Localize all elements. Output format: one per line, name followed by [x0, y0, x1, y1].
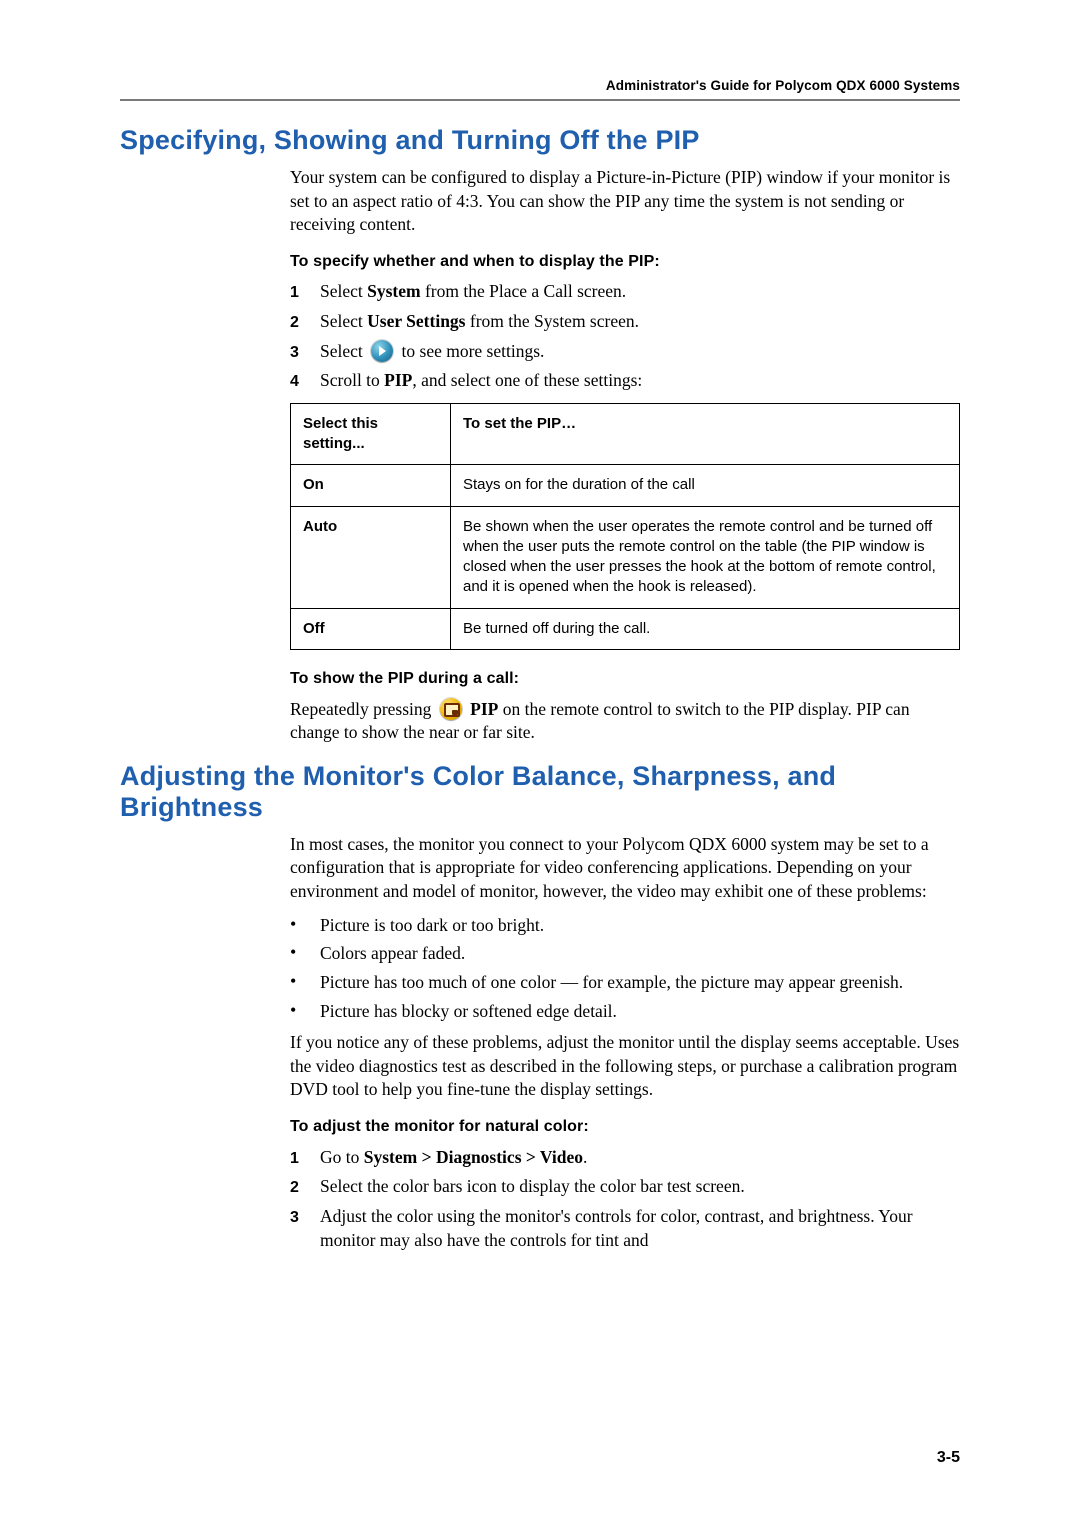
cell-setting: Off [291, 608, 451, 649]
subhead-specify-pip: To specify whether and when to display t… [290, 251, 960, 273]
subhead-adjust-monitor: To adjust the monitor for natural color: [290, 1116, 960, 1138]
bold: PIP [384, 370, 412, 390]
bullet-text: Picture has too much of one color — for … [320, 971, 960, 995]
t: Adjust the color using the monitor's con… [320, 1206, 913, 1250]
bullet-text: Colors appear faded. [320, 942, 960, 966]
list-item: •Picture is too dark or too bright. [290, 914, 960, 938]
bold: PIP [470, 699, 498, 719]
t: Go to [320, 1147, 364, 1167]
step-4: 4 Scroll to PIP, and select one of these… [290, 369, 960, 393]
t: Scroll to [320, 370, 384, 390]
t: Select [320, 281, 367, 301]
bullet-icon: • [290, 971, 320, 995]
section1-body: Your system can be configured to display… [290, 166, 960, 745]
running-header: Administrator's Guide for Polycom QDX 60… [120, 78, 960, 93]
list-item: •Picture has too much of one color — for… [290, 971, 960, 995]
show-pip-para: Repeatedly pressing PIP on the remote co… [290, 698, 960, 745]
t: Repeatedly pressing [290, 699, 436, 719]
section-heading-pip: Specifying, Showing and Turning Off the … [120, 125, 960, 156]
t: Select the color bars icon to display th… [320, 1176, 745, 1196]
pip-button-icon [440, 698, 462, 720]
bold: System > Diagnostics > Video [364, 1147, 583, 1167]
adjust-monitor-steps: 1 Go to System > Diagnostics > Video. 2 … [290, 1146, 960, 1253]
table-row: Off Be turned off during the call. [291, 608, 960, 649]
step-text: Select the color bars icon to display th… [320, 1175, 960, 1199]
step-number: 3 [290, 1207, 320, 1229]
table-header-row: Select this setting... To set the PIP… [291, 403, 960, 465]
bullet-icon: • [290, 1000, 320, 1024]
table-row: Auto Be shown when the user operates the… [291, 506, 960, 608]
list-item: •Colors appear faded. [290, 942, 960, 966]
step-1: 1 Select System from the Place a Call sc… [290, 280, 960, 304]
step-3: 3 Adjust the color using the monitor's c… [290, 1205, 960, 1252]
step-2: 2 Select User Settings from the System s… [290, 310, 960, 334]
t: Select [320, 311, 367, 331]
next-arrow-icon [371, 340, 393, 362]
cell-desc: Be turned off during the call. [451, 608, 960, 649]
table-row: On Stays on for the duration of the call [291, 465, 960, 506]
th-desc: To set the PIP… [451, 403, 960, 465]
step-text: Scroll to PIP, and select one of these s… [320, 369, 960, 393]
step-3: 3 Select to see more settings. [290, 340, 960, 364]
header-rule [120, 99, 960, 101]
th-setting: Select this setting... [291, 403, 451, 465]
t: from the Place a Call screen. [421, 281, 627, 301]
cell-desc: Stays on for the duration of the call [451, 465, 960, 506]
step-text: Select User Settings from the System scr… [320, 310, 960, 334]
cell-setting: Auto [291, 506, 451, 608]
step-text: Go to System > Diagnostics > Video. [320, 1146, 960, 1170]
bullet-text: Picture has blocky or softened edge deta… [320, 1000, 960, 1024]
cell-desc: Be shown when the user operates the remo… [451, 506, 960, 608]
cell-setting: On [291, 465, 451, 506]
step-1: 1 Go to System > Diagnostics > Video. [290, 1146, 960, 1170]
section2-after-bullets: If you notice any of these problems, adj… [290, 1031, 960, 1102]
step-number: 2 [290, 1177, 320, 1199]
page-number: 3-5 [937, 1449, 960, 1467]
t: from the System screen. [466, 311, 640, 331]
problem-bullets: •Picture is too dark or too bright. •Col… [290, 914, 960, 1024]
bold: User Settings [367, 311, 465, 331]
t: . [583, 1147, 587, 1167]
section-heading-monitor: Adjusting the Monitor's Color Balance, S… [120, 761, 960, 823]
bullet-icon: • [290, 942, 320, 966]
step-2: 2 Select the color bars icon to display … [290, 1175, 960, 1199]
specify-pip-steps: 1 Select System from the Place a Call sc… [290, 280, 960, 393]
pip-settings-table: Select this setting... To set the PIP… O… [290, 403, 960, 650]
document-page: Administrator's Guide for Polycom QDX 60… [0, 0, 1080, 1527]
t: , and select one of these settings: [412, 370, 642, 390]
step-number: 1 [290, 282, 320, 304]
step-number: 3 [290, 342, 320, 364]
step-text: Select to see more settings. [320, 340, 960, 364]
step-number: 4 [290, 371, 320, 393]
section2-body: In most cases, the monitor you connect t… [290, 833, 960, 1252]
t: Select [320, 341, 367, 361]
list-item: •Picture has blocky or softened edge det… [290, 1000, 960, 1024]
bullet-text: Picture is too dark or too bright. [320, 914, 960, 938]
bold: System [367, 281, 420, 301]
step-number: 2 [290, 312, 320, 334]
step-text: Adjust the color using the monitor's con… [320, 1205, 960, 1252]
step-text: Select System from the Place a Call scre… [320, 280, 960, 304]
bullet-icon: • [290, 914, 320, 938]
section1-intro: Your system can be configured to display… [290, 166, 960, 237]
subhead-show-pip: To show the PIP during a call: [290, 668, 960, 690]
t: to see more settings. [397, 341, 544, 361]
step-number: 1 [290, 1148, 320, 1170]
section2-intro: In most cases, the monitor you connect t… [290, 833, 960, 904]
